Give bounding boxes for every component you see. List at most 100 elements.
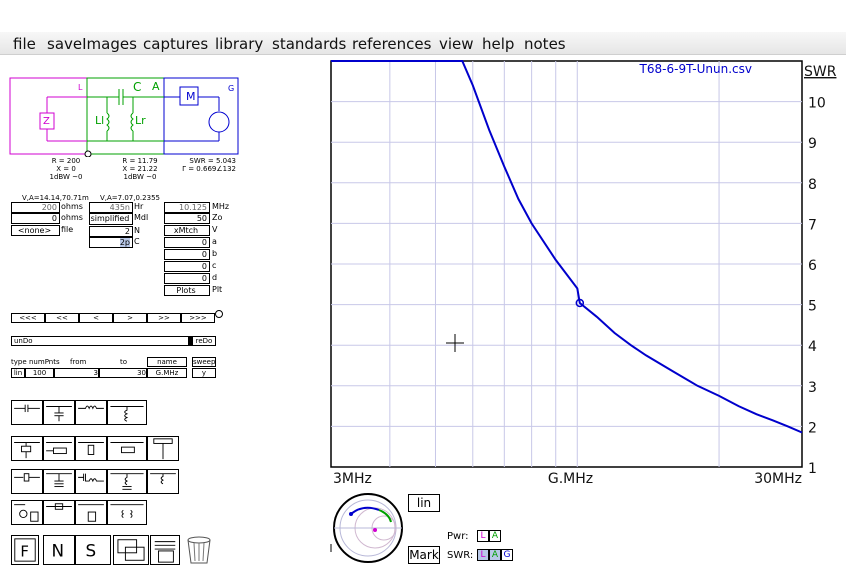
nav-first-button[interactable]: <<< bbox=[11, 313, 45, 323]
label-Lr: Lr bbox=[135, 114, 146, 127]
label-G: G bbox=[228, 84, 235, 93]
nav-dot-handle[interactable] bbox=[215, 310, 223, 318]
mark-button[interactable]: Mark bbox=[408, 546, 440, 564]
palette-series-lc[interactable] bbox=[75, 436, 107, 461]
y-axis-label: SWR bbox=[804, 64, 837, 80]
menu-notes[interactable]: notes bbox=[524, 35, 566, 53]
source-d-label: d bbox=[212, 273, 218, 282]
svg-text:F: F bbox=[20, 543, 29, 561]
source-b-input[interactable]: 0 bbox=[164, 249, 210, 260]
svg-text:S: S bbox=[86, 541, 97, 561]
lin-button[interactable]: lin bbox=[408, 494, 440, 512]
readout-load-dbw: 1dBW ~0 bbox=[49, 173, 83, 181]
source-b-label: b bbox=[212, 249, 218, 258]
swr-chart[interactable]: 1 2 3 4 5 6 7 8 9 10 3MHz G.MHz 30MHz T68-6-9T-Unun.c… bbox=[325, 57, 840, 489]
menu-file[interactable]: file bbox=[13, 35, 36, 53]
model-hz-input[interactable]: 435n bbox=[89, 202, 133, 213]
trash-icon[interactable] bbox=[185, 535, 213, 565]
undo-button[interactable]: unDo bbox=[11, 336, 189, 346]
load-r-unit: ohms bbox=[61, 202, 83, 211]
palette-series-res[interactable] bbox=[11, 436, 43, 461]
source-plots-button[interactable]: Plots bbox=[164, 285, 210, 296]
y-tick-label: 3 bbox=[808, 380, 817, 396]
x-tick-label: 3MHz bbox=[333, 471, 372, 487]
load-file-label: file bbox=[61, 225, 74, 234]
palette-list-button[interactable] bbox=[150, 535, 180, 565]
y-tick-label: 2 bbox=[808, 420, 817, 436]
readout-load-x: X = 0 bbox=[56, 165, 76, 173]
palette-shunt-res[interactable] bbox=[43, 436, 75, 461]
palette-f-button[interactable]: F bbox=[11, 535, 39, 565]
load-x-input[interactable]: 0 bbox=[11, 213, 60, 224]
source-zo-input[interactable]: 50 bbox=[164, 213, 210, 224]
menu-standards[interactable]: standards bbox=[272, 35, 346, 53]
palette-series-lc2[interactable] bbox=[75, 469, 107, 494]
nav-forward-button[interactable]: > bbox=[113, 313, 147, 323]
model-n-input[interactable]: 2 bbox=[89, 226, 133, 237]
palette-series-cap[interactable] bbox=[11, 400, 43, 425]
swr-g-toggle[interactable]: G bbox=[501, 549, 513, 561]
palette-network-button[interactable] bbox=[113, 535, 149, 565]
palette-n-button[interactable]: N bbox=[43, 535, 75, 565]
palette-shunt-lc[interactable] bbox=[107, 469, 147, 494]
nav-last-button[interactable]: >>> bbox=[181, 313, 215, 323]
menu-view[interactable]: view bbox=[439, 35, 474, 53]
swr-a-toggle[interactable]: A bbox=[489, 549, 501, 561]
model-mdl-select[interactable]: simplified bbox=[89, 213, 133, 225]
smith-chart[interactable] bbox=[329, 490, 405, 566]
pwr-label: Pwr: bbox=[447, 531, 469, 542]
source-plt-label: Plt bbox=[212, 285, 223, 294]
sweep-sweep-input[interactable]: y bbox=[192, 368, 216, 378]
sweep-numpnts-input[interactable]: 100 bbox=[25, 368, 54, 378]
label-C: C bbox=[133, 80, 142, 94]
palette-stub[interactable] bbox=[147, 436, 179, 461]
swr-l-toggle[interactable]: L bbox=[477, 549, 489, 561]
load-r-input[interactable]: 200 bbox=[11, 202, 60, 213]
source-mhz-input[interactable]: 10.125 bbox=[164, 202, 210, 213]
menu-help[interactable]: help bbox=[482, 35, 514, 53]
menu-library[interactable]: library bbox=[215, 35, 263, 53]
palette-tline[interactable] bbox=[107, 436, 147, 461]
palette-z-shunt[interactable] bbox=[43, 500, 75, 525]
sweep-sweep-header[interactable]: sweep bbox=[192, 357, 216, 367]
sweep-name-header[interactable]: name bbox=[147, 357, 187, 367]
sweep-from-input[interactable]: 3 bbox=[54, 368, 99, 378]
palette-shunt-ind[interactable] bbox=[107, 400, 147, 425]
nav-back-button[interactable]: < bbox=[79, 313, 113, 323]
sweep-name-input[interactable]: G.MHz bbox=[147, 368, 187, 378]
source-a-input[interactable]: 0 bbox=[164, 237, 210, 248]
pwr-a-toggle[interactable]: A bbox=[489, 530, 501, 542]
model-c-input[interactable]: 2p bbox=[89, 237, 133, 248]
source-c-input[interactable]: 0 bbox=[164, 261, 210, 272]
readout-swr: SWR = 5.043 Γ = 0.669∠132 bbox=[172, 157, 236, 173]
palette-s-button[interactable]: S bbox=[75, 535, 111, 565]
sweep-numpnts-header: numPnts bbox=[29, 358, 60, 366]
sweep-type-select[interactable]: lin bbox=[11, 368, 25, 378]
model-c-label: C bbox=[134, 237, 140, 246]
palette-shunt-cap[interactable] bbox=[43, 400, 75, 425]
label-L: L bbox=[78, 83, 83, 92]
readout-match: R = 11.79 X = 21.22 1dBW ~0 bbox=[118, 157, 162, 181]
sweep-type-header: type bbox=[11, 358, 27, 366]
palette-z-block[interactable] bbox=[75, 500, 107, 525]
sweep-to-input[interactable]: 30 bbox=[99, 368, 147, 378]
nav-forward-fast-button[interactable]: >> bbox=[147, 313, 181, 323]
label-Ll: Ll bbox=[95, 114, 105, 127]
palette-shunt-tank[interactable] bbox=[147, 469, 179, 494]
x-tick-label: G.MHz bbox=[548, 471, 593, 487]
palette-shunt-xtal[interactable] bbox=[43, 469, 75, 494]
menu-captures[interactable]: captures bbox=[143, 35, 208, 53]
source-d-input[interactable]: 0 bbox=[164, 273, 210, 284]
source-v-select[interactable]: xMtch bbox=[164, 225, 210, 236]
palette-z-series[interactable] bbox=[11, 500, 43, 525]
pwr-l-toggle[interactable]: L bbox=[477, 530, 489, 542]
load-file-select[interactable]: <none> bbox=[11, 225, 60, 236]
menu-references[interactable]: references bbox=[352, 35, 431, 53]
nav-back-fast-button[interactable]: << bbox=[45, 313, 79, 323]
palette-series-xtal[interactable] bbox=[11, 469, 43, 494]
y-tick-label: 5 bbox=[808, 299, 817, 315]
redo-button[interactable]: reDo bbox=[192, 336, 216, 346]
palette-transformer[interactable] bbox=[107, 500, 147, 525]
menu-saveimages[interactable]: saveImages bbox=[47, 35, 137, 53]
palette-series-ind[interactable] bbox=[75, 400, 107, 425]
